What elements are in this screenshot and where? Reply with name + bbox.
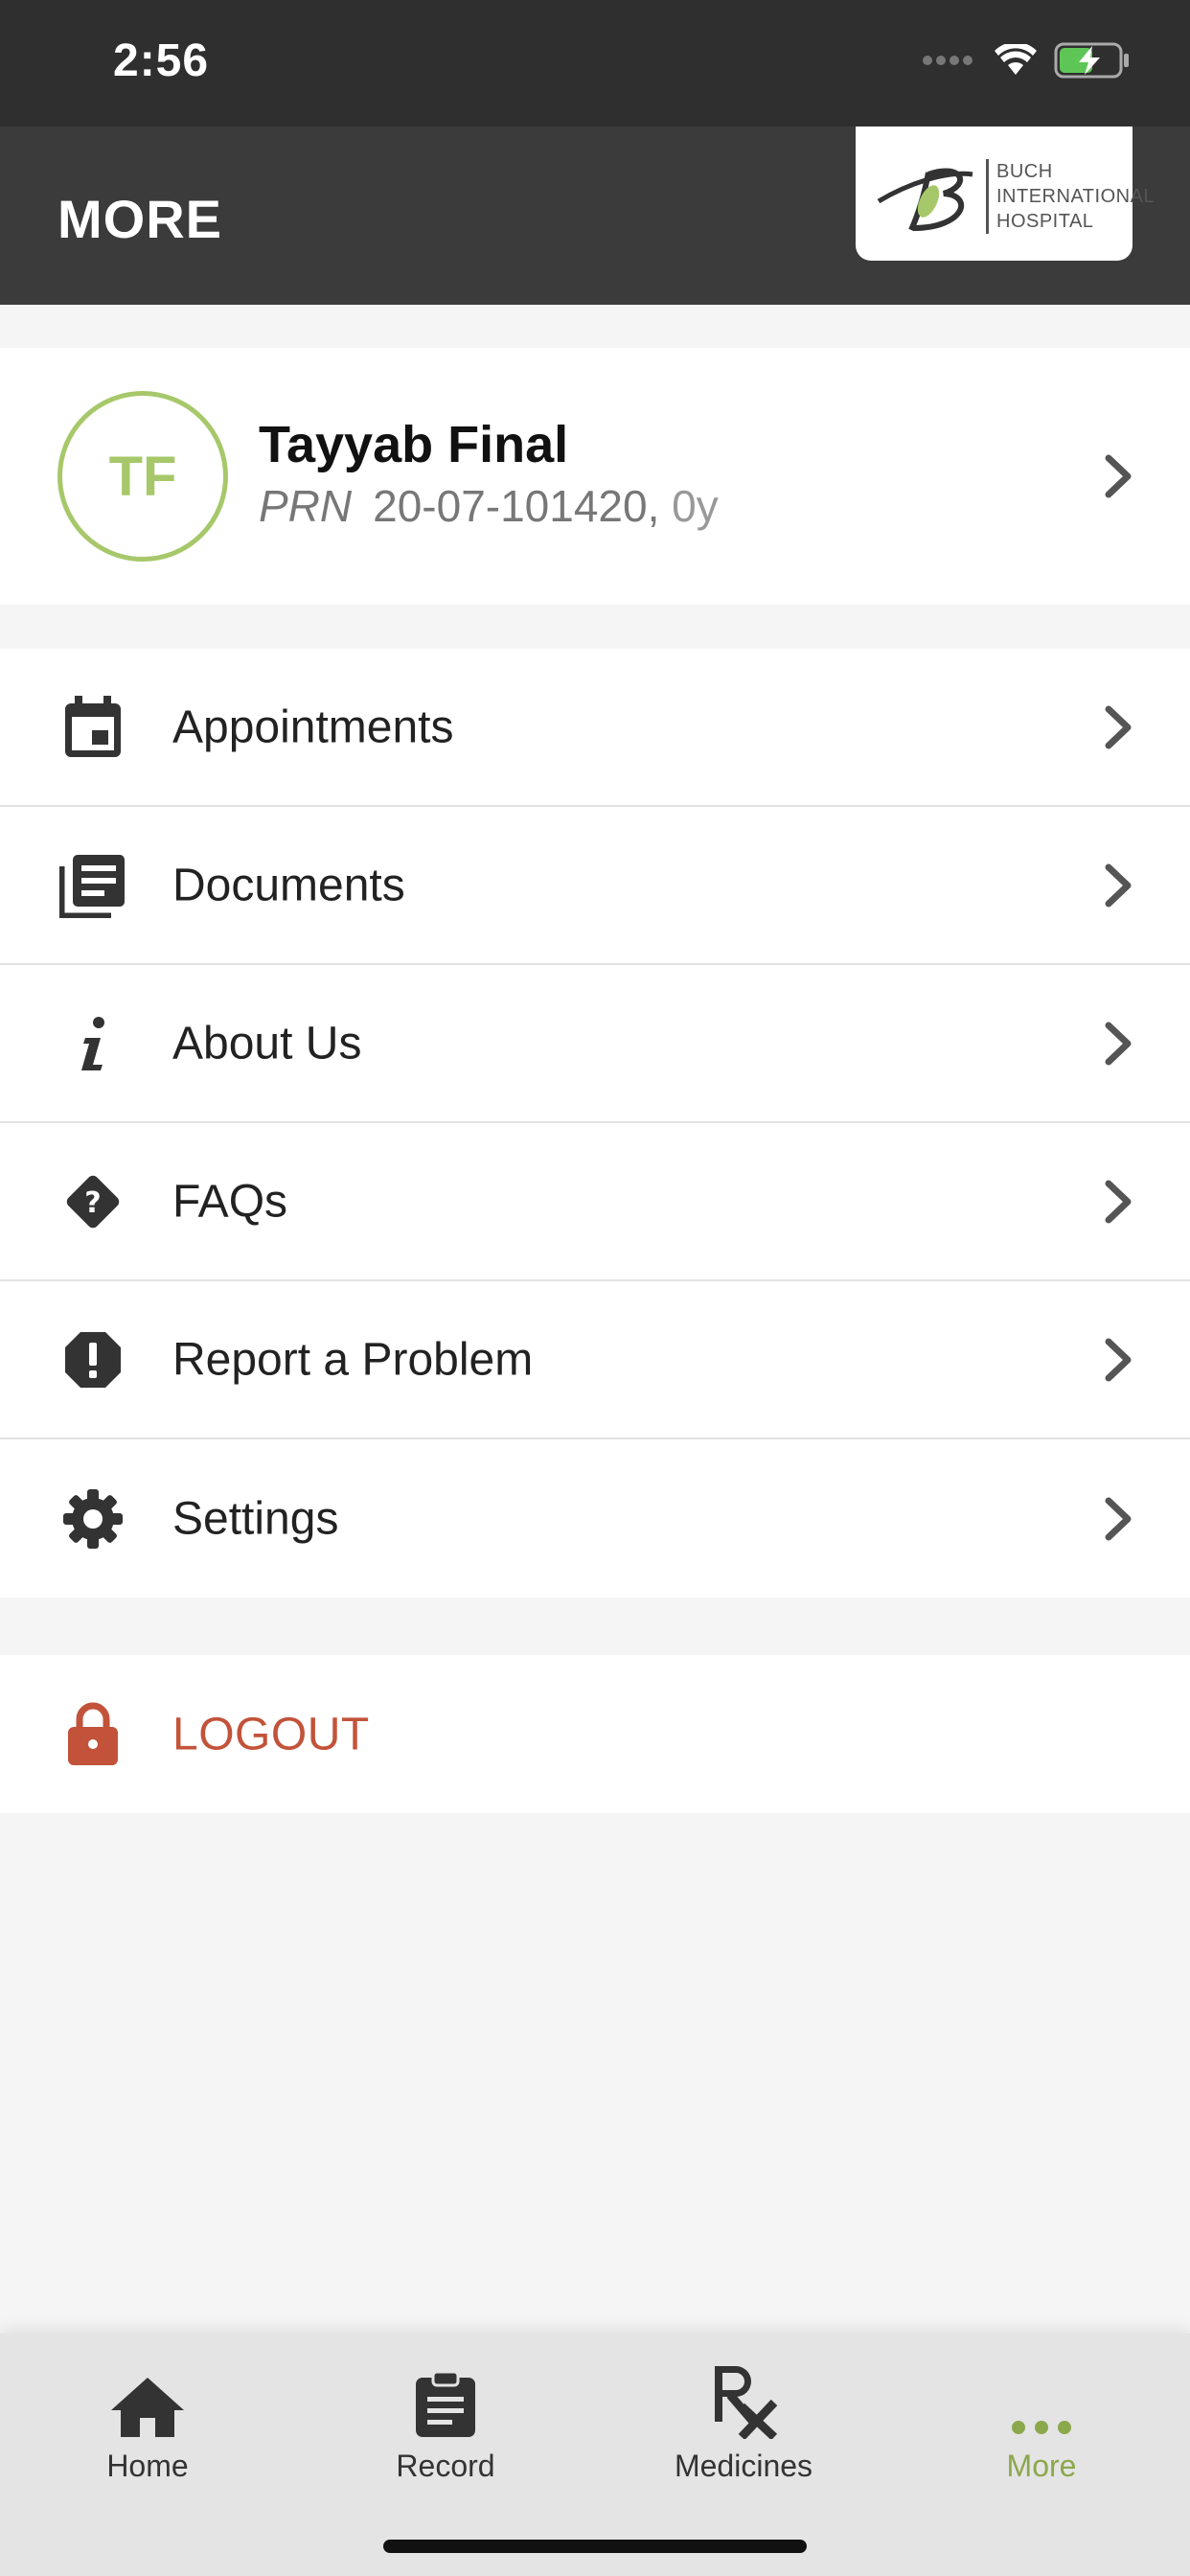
chevron-right-icon <box>1105 454 1132 498</box>
menu-item-documents[interactable]: Documents <box>0 807 1190 965</box>
menu-item-label: Settings <box>172 1493 339 1544</box>
tab-medicines[interactable]: Medicines <box>629 2362 858 2484</box>
prn-value: 20-07-101420, <box>373 481 660 531</box>
wifi-icon <box>995 44 1037 75</box>
profile-name: Tayyab Final <box>259 416 569 473</box>
tab-record[interactable]: Record <box>331 2362 561 2484</box>
tab-more[interactable]: More <box>927 2362 1156 2484</box>
gear-icon <box>59 1485 126 1552</box>
chevron-right-icon <box>1105 705 1132 748</box>
menu-list: Appointments Documents About Us ? FAQs R… <box>0 649 1190 1598</box>
chevron-right-icon <box>1105 1180 1132 1223</box>
home-indicator <box>383 2540 807 2553</box>
menu-item-appointments[interactable]: Appointments <box>0 649 1190 807</box>
menu-item-report-problem[interactable]: Report a Problem <box>0 1281 1190 1439</box>
page-title: MORE <box>57 189 222 249</box>
lock-icon <box>59 1701 126 1768</box>
tab-label: Medicines <box>674 2449 813 2483</box>
rx-icon <box>629 2362 858 2439</box>
hospital-logo-mark <box>877 168 973 232</box>
menu-item-label: Documents <box>172 860 405 910</box>
status-time: 2:56 <box>113 35 210 86</box>
chevron-right-icon <box>1105 1338 1132 1381</box>
chevron-right-icon <box>1105 863 1132 907</box>
menu-item-label: About Us <box>172 1018 362 1069</box>
menu-item-faqs[interactable]: ? FAQs <box>0 1123 1190 1281</box>
home-icon <box>33 2362 263 2439</box>
menu-item-label: Report a Problem <box>172 1334 534 1385</box>
chevron-right-icon <box>1105 1497 1132 1540</box>
menu-item-about-us[interactable]: About Us <box>0 965 1190 1123</box>
hospital-logo-text: BUCH INTERNATIONAL HOSPITAL <box>986 159 1155 234</box>
prn-label: PRN <box>259 481 353 531</box>
battery-icon <box>1054 42 1129 79</box>
profile-card[interactable]: TF Tayyab Final PRN 20-07-101420, 0y <box>0 348 1190 605</box>
calendar-icon <box>59 694 126 761</box>
tab-home[interactable]: Home <box>33 2362 263 2484</box>
alert-octagon-icon <box>59 1326 126 1393</box>
info-icon <box>59 1010 126 1077</box>
menu-item-label: Appointments <box>172 702 454 752</box>
question-diamond-icon: ? <box>59 1168 126 1235</box>
hospital-logo: BUCH INTERNATIONAL HOSPITAL <box>856 126 1155 261</box>
chevron-right-icon <box>1105 1022 1132 1065</box>
logout-button[interactable]: LOGOUT <box>0 1655 1190 1813</box>
profile-details: PRN 20-07-101420, 0y <box>259 480 719 532</box>
logout-label: LOGOUT <box>172 1709 370 1760</box>
more-dots-icon <box>927 2362 1156 2439</box>
profile-age: 0y <box>672 481 719 531</box>
status-bar: 2:56 <box>0 0 1190 126</box>
tab-label: More <box>1006 2449 1077 2483</box>
avatar: TF <box>57 391 228 562</box>
menu-item-settings[interactable]: Settings <box>0 1439 1190 1598</box>
menu-item-label: FAQs <box>172 1176 288 1227</box>
tab-label: Record <box>396 2449 495 2483</box>
signal-icon <box>923 56 973 65</box>
documents-icon <box>59 852 126 919</box>
svg-text:?: ? <box>84 1186 101 1220</box>
tab-label: Home <box>106 2449 189 2483</box>
clipboard-icon <box>331 2362 561 2439</box>
status-icons <box>922 42 1131 79</box>
